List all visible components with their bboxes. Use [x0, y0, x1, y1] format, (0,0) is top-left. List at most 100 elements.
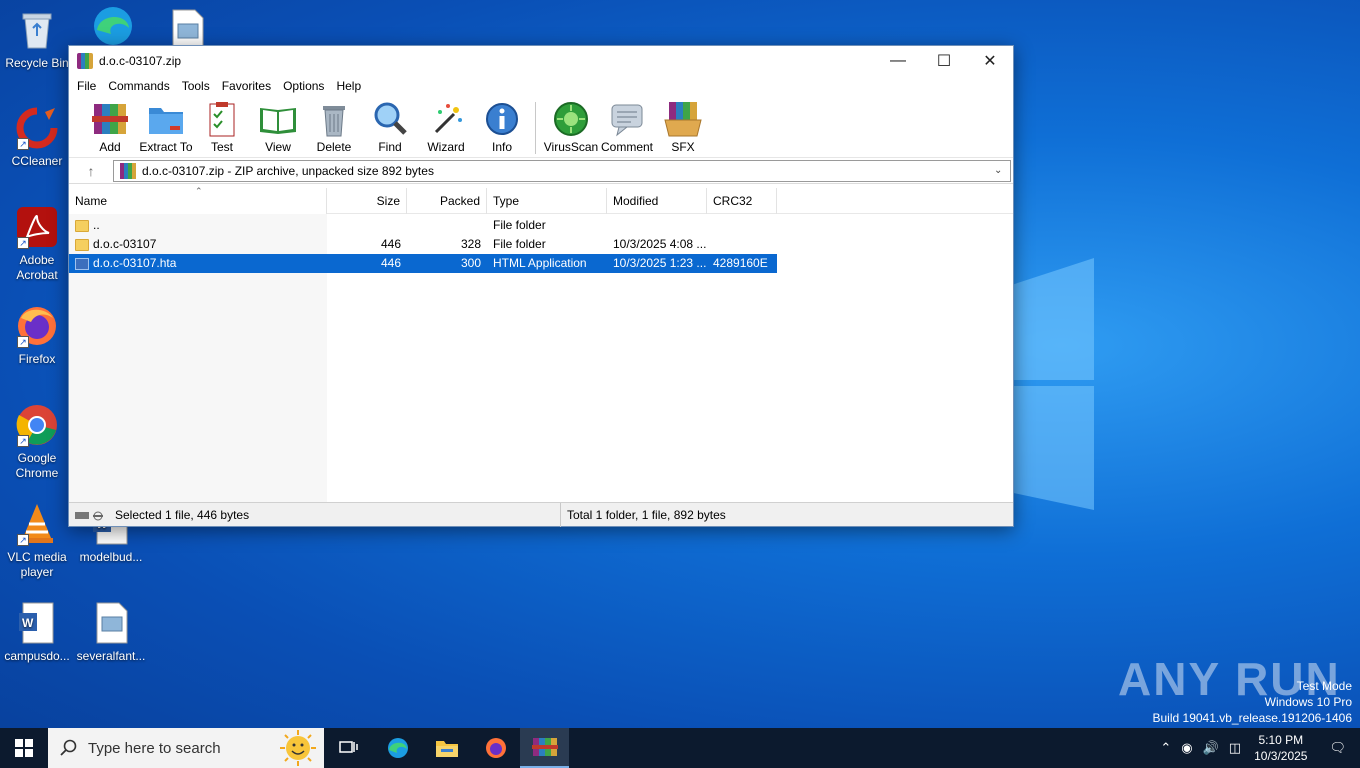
clock-date: 10/3/2025: [1254, 749, 1308, 763]
desktop-icon-vlc[interactable]: ↗ VLC media player: [0, 502, 74, 580]
wizard-button[interactable]: Wizard: [417, 100, 475, 154]
notifications-icon[interactable]: 🗨: [1315, 740, 1360, 756]
desktop-icon-campusdo[interactable]: W campusdo...: [0, 601, 74, 664]
network-icon[interactable]: ◫: [1224, 740, 1246, 756]
clock[interactable]: 5:10 PM 10/3/2025: [1246, 732, 1315, 764]
toolbar-label: Info: [491, 140, 512, 154]
taskbar-edge[interactable]: [373, 728, 422, 768]
winrar-icon: [120, 162, 136, 179]
minimize-button[interactable]: —: [875, 46, 921, 76]
acrobat-icon: ↗: [15, 205, 59, 249]
menu-commands[interactable]: Commands: [102, 79, 175, 93]
firefox-icon: ↗: [15, 304, 59, 348]
virus-scan-icon: [551, 100, 591, 138]
task-view-button[interactable]: [324, 728, 373, 768]
taskbar-firefox[interactable]: [471, 728, 520, 768]
column-type[interactable]: Type: [487, 187, 607, 214]
desktop-icon-label: Google Chrome: [15, 451, 59, 480]
drive-icon: [75, 510, 105, 520]
clock-time: 5:10 PM: [1258, 733, 1304, 747]
desktop-icon-recycle-bin[interactable]: Recycle Bin: [0, 8, 74, 71]
menu-tools[interactable]: Tools: [176, 79, 216, 93]
desktop-icon-firefox[interactable]: ↗ Firefox: [0, 304, 74, 367]
column-size[interactable]: Size: [327, 187, 407, 214]
delete-button[interactable]: Delete: [305, 100, 363, 154]
chevron-up-icon[interactable]: ⌃: [1155, 740, 1176, 756]
desktop-icon-adobe-acrobat[interactable]: ↗ Adobe Acrobat: [0, 205, 74, 283]
toolbar-separator: [535, 102, 536, 154]
toolbar-label: Comment: [600, 140, 653, 154]
menu-favorites[interactable]: Favorites: [216, 79, 277, 93]
desktop-icon-label: campusdo...: [4, 649, 70, 663]
status-selection: Selected 1 file, 446 bytes: [115, 507, 250, 522]
edge-icon: [387, 738, 408, 758]
magnifier-icon: [370, 100, 410, 138]
menu-help[interactable]: Help: [330, 79, 367, 93]
extract-to-button[interactable]: Extract To: [137, 100, 195, 154]
chevron-down-icon[interactable]: ⌄: [994, 165, 1010, 176]
hta-file-icon: [75, 257, 89, 270]
up-arrow-icon[interactable]: ↑: [69, 163, 113, 179]
row-name: d.o.c-03107.hta: [93, 256, 177, 270]
add-button[interactable]: Add: [81, 100, 139, 154]
desktop-icon-google-chrome[interactable]: ↗ Google Chrome: [0, 403, 74, 481]
sort-caret-icon: ⌃: [195, 186, 203, 196]
desktop-icon-label: Recycle Bin: [5, 56, 69, 70]
sfx-icon: [663, 100, 703, 138]
view-book-icon: [258, 100, 298, 138]
svg-text:W: W: [22, 616, 34, 630]
vlc-icon: ↗: [15, 502, 59, 546]
recycle-bin-icon: [15, 8, 59, 52]
folder-extract-icon: [146, 100, 186, 138]
desktop-icon-severalfant[interactable]: severalfant...: [74, 601, 148, 664]
info-button[interactable]: Info: [473, 100, 531, 154]
comment-button[interactable]: Comment: [598, 100, 656, 154]
find-button[interactable]: Find: [361, 100, 419, 154]
desktop-icon-label: Firefox: [18, 352, 56, 366]
file-list[interactable]: Name Size Packed Type Modified CRC32 ⌃ .…: [69, 186, 1013, 502]
desktop-icon-ccleaner[interactable]: ↗ CCleaner: [0, 106, 74, 169]
title-bar[interactable]: d.o.c-03107.zip — ☐ ✕: [69, 46, 1013, 76]
add-archive-icon: [90, 100, 130, 138]
taskbar-file-explorer[interactable]: [422, 728, 471, 768]
status-bar: Selected 1 file, 446 bytes Total 1 folde…: [69, 502, 1013, 527]
list-header: Name Size Packed Type Modified CRC32 ⌃: [69, 186, 1013, 214]
status-total: Total 1 folder, 1 file, 892 bytes: [567, 507, 726, 522]
image-file-icon: [89, 601, 133, 645]
winrar-window[interactable]: d.o.c-03107.zip — ☐ ✕ File Commands Tool…: [68, 45, 1014, 527]
toolbar-label: Find: [378, 140, 402, 154]
test-clipboard-icon: [202, 100, 242, 138]
info-icon: [482, 100, 522, 138]
table-row-selected[interactable]: d.o.c-03107.hta 446 300 HTML Application…: [69, 254, 777, 273]
menu-bar: File Commands Tools Favorites Options He…: [69, 76, 1013, 96]
table-row[interactable]: .. File folder: [69, 216, 1013, 235]
sun-smiley-icon: [280, 730, 316, 766]
taskbar-search-box[interactable]: Type here to search: [48, 728, 324, 768]
view-button[interactable]: View: [249, 100, 307, 154]
maximize-button[interactable]: ☐: [921, 46, 967, 76]
taskbar-winrar[interactable]: [520, 728, 569, 768]
row-name: d.o.c-03107: [93, 237, 157, 251]
test-button[interactable]: Test: [193, 100, 251, 154]
desktop-icon-label: severalfant...: [76, 649, 146, 663]
toolbar-label: SFX: [671, 140, 695, 154]
row-name: ..: [93, 218, 100, 232]
taskbar: Type here to search ⌃ ◉ 🔊 ◫ 5:10 PM 10/3…: [0, 728, 1360, 768]
meet-now-icon[interactable]: ◉: [1176, 740, 1197, 756]
folder-icon: [75, 238, 89, 251]
toolbar-label: Wizard: [427, 140, 465, 154]
column-packed[interactable]: Packed: [407, 187, 487, 214]
volume-icon[interactable]: 🔊: [1198, 740, 1224, 756]
menu-options[interactable]: Options: [277, 79, 330, 93]
menu-file[interactable]: File: [71, 79, 102, 93]
virusscan-button[interactable]: VirusScan: [542, 100, 600, 154]
test-mode-watermark: Test Mode Windows 10 Pro Build 19041.vb_…: [1152, 679, 1353, 725]
sfx-button[interactable]: SFX: [654, 100, 712, 154]
desktop-icon-label: VLC media player: [7, 550, 67, 579]
close-button[interactable]: ✕: [967, 46, 1013, 76]
archive-path-combobox[interactable]: d.o.c-03107.zip - ZIP archive, unpacked …: [113, 159, 1011, 182]
table-row[interactable]: d.o.c-03107 446 328 File folder 10/3/202…: [69, 235, 1013, 254]
column-modified[interactable]: Modified: [607, 187, 707, 214]
column-crc32[interactable]: CRC32: [707, 187, 777, 214]
start-button[interactable]: [0, 728, 48, 768]
